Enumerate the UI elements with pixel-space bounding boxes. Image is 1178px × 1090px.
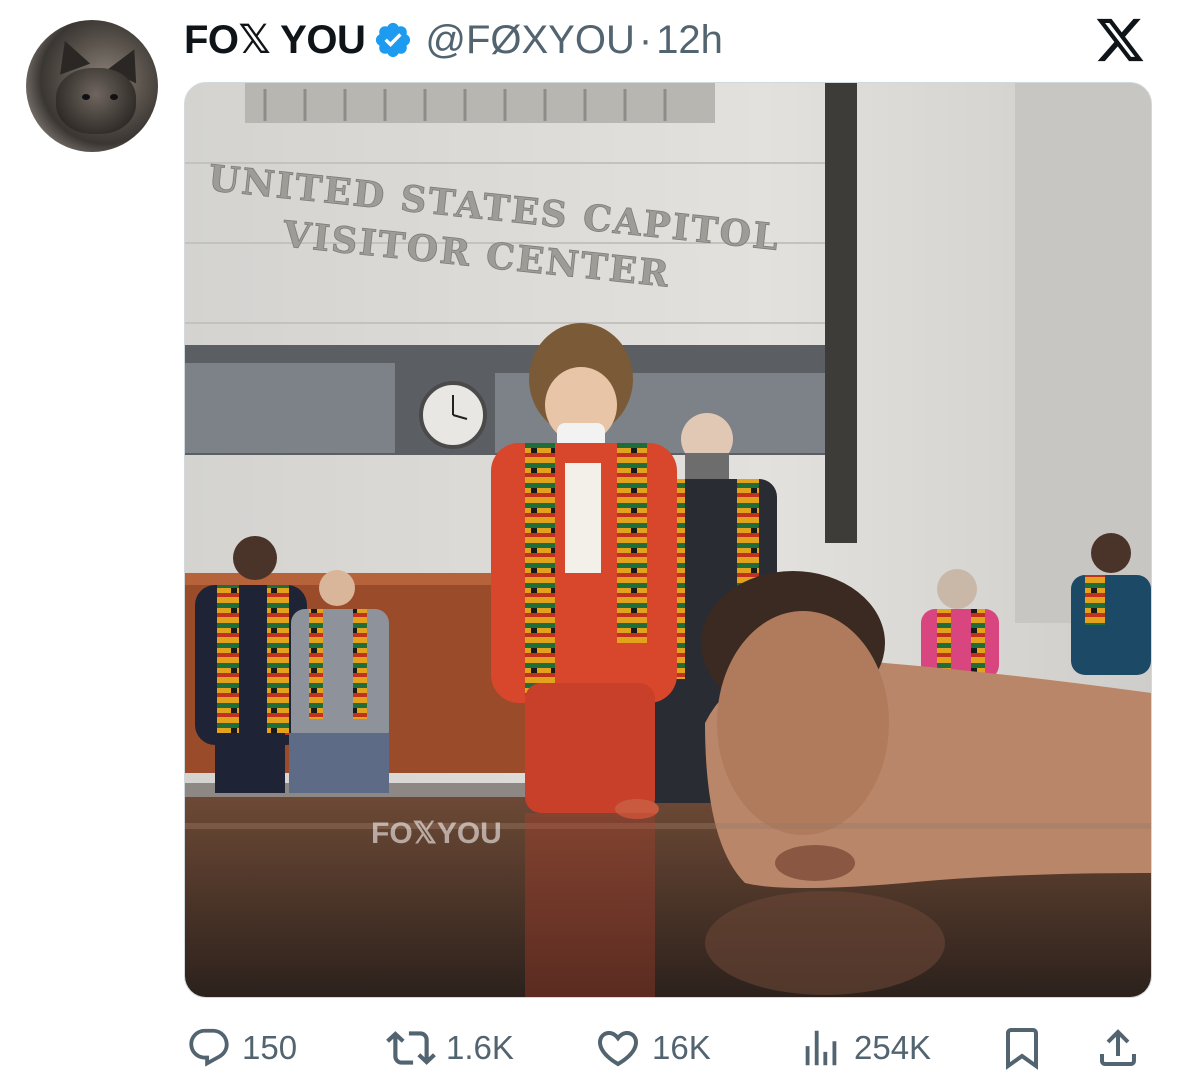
repost-button[interactable]: 1.6K	[386, 1018, 514, 1078]
avatar-dog-face	[56, 68, 136, 134]
share-icon	[1094, 1024, 1142, 1072]
photo-scene: UNITED STATES CAPITOL VISITOR CENTER FO𝕏…	[185, 83, 1151, 997]
like-count: 16K	[652, 1029, 711, 1066]
reply-button[interactable]: 150	[186, 1018, 297, 1078]
repost-count: 1.6K	[446, 1029, 514, 1066]
frieze	[245, 83, 715, 123]
window-glass	[185, 363, 395, 453]
right-wall	[1015, 83, 1151, 623]
action-bar: 150 1.6K 16K 254K	[186, 1018, 1146, 1078]
verified-badge-icon	[373, 20, 413, 60]
watermark: FO𝕏YOU	[371, 817, 502, 850]
heart-icon	[594, 1024, 642, 1072]
bookmark-icon	[998, 1024, 1046, 1072]
views-count: 254K	[854, 1029, 932, 1066]
separator-dot: ·	[638, 17, 653, 62]
tweet-header: FO𝕏 YOU @FØXYOU · 12h	[184, 14, 723, 66]
tweet-image[interactable]: UNITED STATES CAPITOL VISITOR CENTER FO𝕏…	[184, 82, 1152, 998]
avatar[interactable]	[26, 20, 158, 152]
x-logo-icon	[1094, 14, 1146, 66]
bookmark-button[interactable]	[998, 1018, 1046, 1078]
avatar-dog-eye	[82, 94, 90, 100]
reply-count: 150	[242, 1029, 298, 1066]
timestamp[interactable]: 12h	[656, 18, 723, 63]
avatar-dog-eye	[110, 94, 118, 100]
views-icon	[798, 1025, 844, 1071]
repost-icon	[386, 1023, 436, 1073]
views-button[interactable]: 254K	[798, 1018, 931, 1078]
share-button[interactable]	[1094, 1018, 1142, 1078]
reply-icon	[186, 1025, 232, 1071]
handle[interactable]: @FØXYOU	[425, 18, 635, 63]
display-name[interactable]: FO𝕏 YOU	[184, 17, 366, 63]
like-button[interactable]: 16K	[594, 1018, 711, 1078]
pillar	[825, 83, 857, 543]
